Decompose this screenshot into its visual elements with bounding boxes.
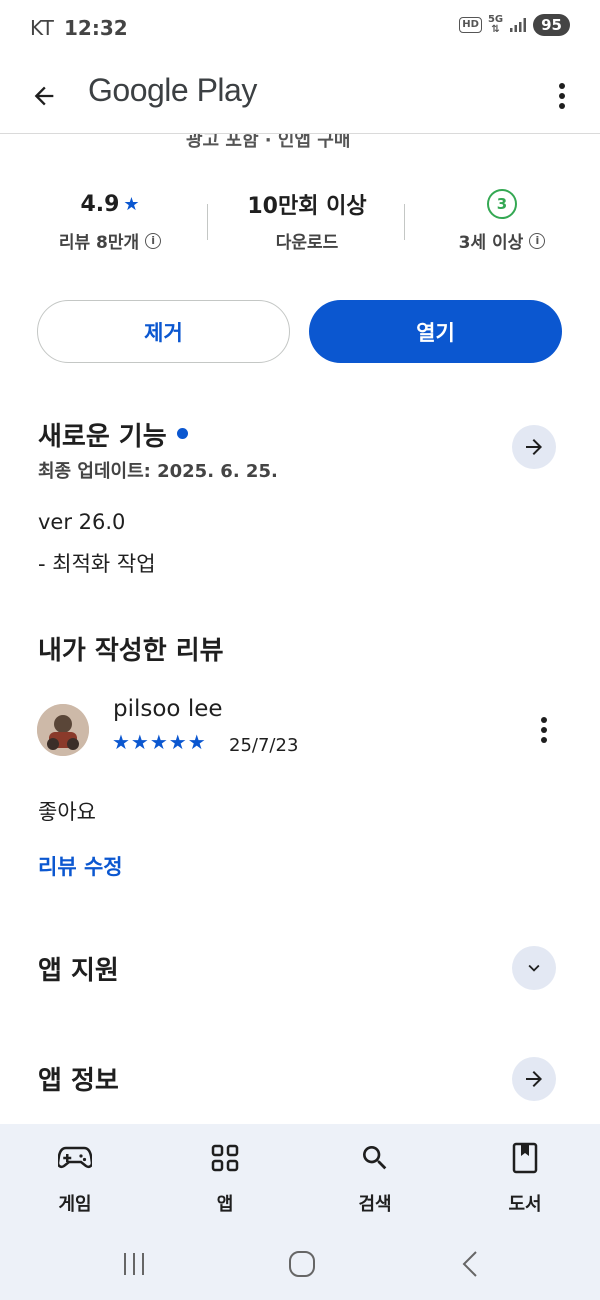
network-5g-icon: 5G ⇅ [487, 14, 504, 35]
overflow-menu-button[interactable] [546, 74, 578, 118]
content-rating-badge-row: 3 [402, 188, 600, 220]
status-bar: KT 12:32 HD 5G ⇅ 95 [0, 0, 600, 56]
app-bar: Google Play [0, 56, 600, 134]
review-menu-button[interactable] [532, 712, 556, 748]
app-support-title[interactable]: 앱 지원 [38, 950, 119, 987]
rating-value-row: 4.9 ★ [10, 188, 210, 220]
nav-item-books[interactable]: 도서 [470, 1140, 580, 1216]
back-button[interactable] [22, 74, 66, 118]
bottom-navigation: 게임 앱 검색 도서 [0, 1124, 600, 1230]
app-bar-title: Google Play [88, 72, 257, 108]
chevron-down-icon [528, 964, 540, 972]
nav-label-books: 도서 [508, 1194, 542, 1215]
whats-new-title[interactable]: 새로운 기능 [38, 416, 188, 453]
stat-rating[interactable]: 4.9 ★ 리뷰 8만개 i [10, 188, 210, 253]
uninstall-button[interactable]: 제거 [37, 300, 290, 363]
status-clock: 12:32 [64, 16, 128, 40]
release-notes: - 최적화 작업 [38, 552, 156, 576]
info-icon[interactable]: i [145, 232, 162, 249]
back-arrow-icon [34, 86, 54, 106]
last-updated: 최종 업데이트: 2025. 6. 25. [38, 461, 278, 482]
carrier-label: KT [30, 16, 54, 40]
status-icons: HD 5G ⇅ 95 [459, 14, 570, 36]
info-icon[interactable]: i [529, 232, 546, 249]
signal-icon [510, 18, 527, 32]
my-review-title: 내가 작성한 리뷰 [38, 636, 224, 666]
system-navigation-bar [0, 1230, 600, 1300]
content-rating-label-row: 3세 이상 i [402, 228, 600, 253]
version-text: ver 26.0 [38, 510, 126, 534]
back-chevron-icon [462, 1251, 477, 1277]
star-icon: ★ [123, 193, 140, 215]
stat-downloads: 10만회 이상 다운로드 [207, 188, 407, 253]
battery-icon: 95 [533, 14, 570, 36]
whats-new-title-text: 새로운 기능 [38, 422, 167, 452]
age-rating-badge-icon: 3 [487, 189, 517, 219]
nav-label-games: 게임 [58, 1194, 92, 1215]
hd-voice-icon: HD [459, 17, 482, 33]
edit-review-link[interactable]: 리뷰 수정 [38, 851, 123, 881]
home-icon [289, 1251, 315, 1277]
arrow-right-icon [526, 1071, 542, 1087]
review-date: 25/7/23 [229, 735, 299, 756]
whats-new-arrow-button[interactable] [512, 425, 556, 469]
nav-label-search: 검색 [358, 1194, 392, 1215]
avatar [37, 704, 89, 756]
downloads-label: 다운로드 [275, 233, 339, 253]
search-icon [320, 1140, 430, 1176]
recent-apps-button[interactable] [114, 1248, 154, 1280]
back-nav-button[interactable] [450, 1248, 490, 1280]
nav-item-search[interactable]: 검색 [320, 1140, 430, 1216]
rating-value: 4.9 [80, 191, 120, 217]
downloads-value: 10만회 이상 [247, 194, 367, 219]
arrow-right-icon [526, 439, 542, 455]
review-stars: ★★★★★ [112, 730, 207, 754]
book-icon [470, 1140, 580, 1176]
nav-item-apps[interactable]: 앱 [170, 1140, 280, 1216]
network-label: 5G [487, 14, 504, 25]
gamepad-icon [20, 1140, 130, 1176]
home-button[interactable] [282, 1248, 322, 1280]
nav-label-apps: 앱 [216, 1194, 234, 1215]
app-info-arrow-button[interactable] [512, 1057, 556, 1101]
reviewer-name: pilsoo lee [113, 696, 223, 722]
more-vert-icon [559, 83, 565, 109]
review-count-label: 리뷰 8만개 [58, 233, 140, 253]
open-button[interactable]: 열기 [309, 300, 562, 363]
apps-grid-icon [170, 1140, 280, 1176]
recents-icon [124, 1253, 144, 1275]
content-rating-label: 3세 이상 [458, 233, 524, 253]
app-info-title[interactable]: 앱 정보 [38, 1060, 119, 1097]
nav-item-games[interactable]: 게임 [20, 1140, 130, 1216]
avatar-image [37, 704, 89, 756]
rating-label-row: 리뷰 8만개 i [10, 228, 210, 253]
review-text: 좋아요 [38, 800, 96, 824]
stat-content-rating[interactable]: 3 3세 이상 i [402, 188, 600, 253]
new-indicator-dot [176, 428, 188, 439]
more-vert-icon [541, 717, 547, 743]
app-stats: 4.9 ★ 리뷰 8만개 i 10만회 이상 다운로드 3 3세 이상 i [0, 188, 600, 258]
app-support-expand-button[interactable] [512, 946, 556, 990]
